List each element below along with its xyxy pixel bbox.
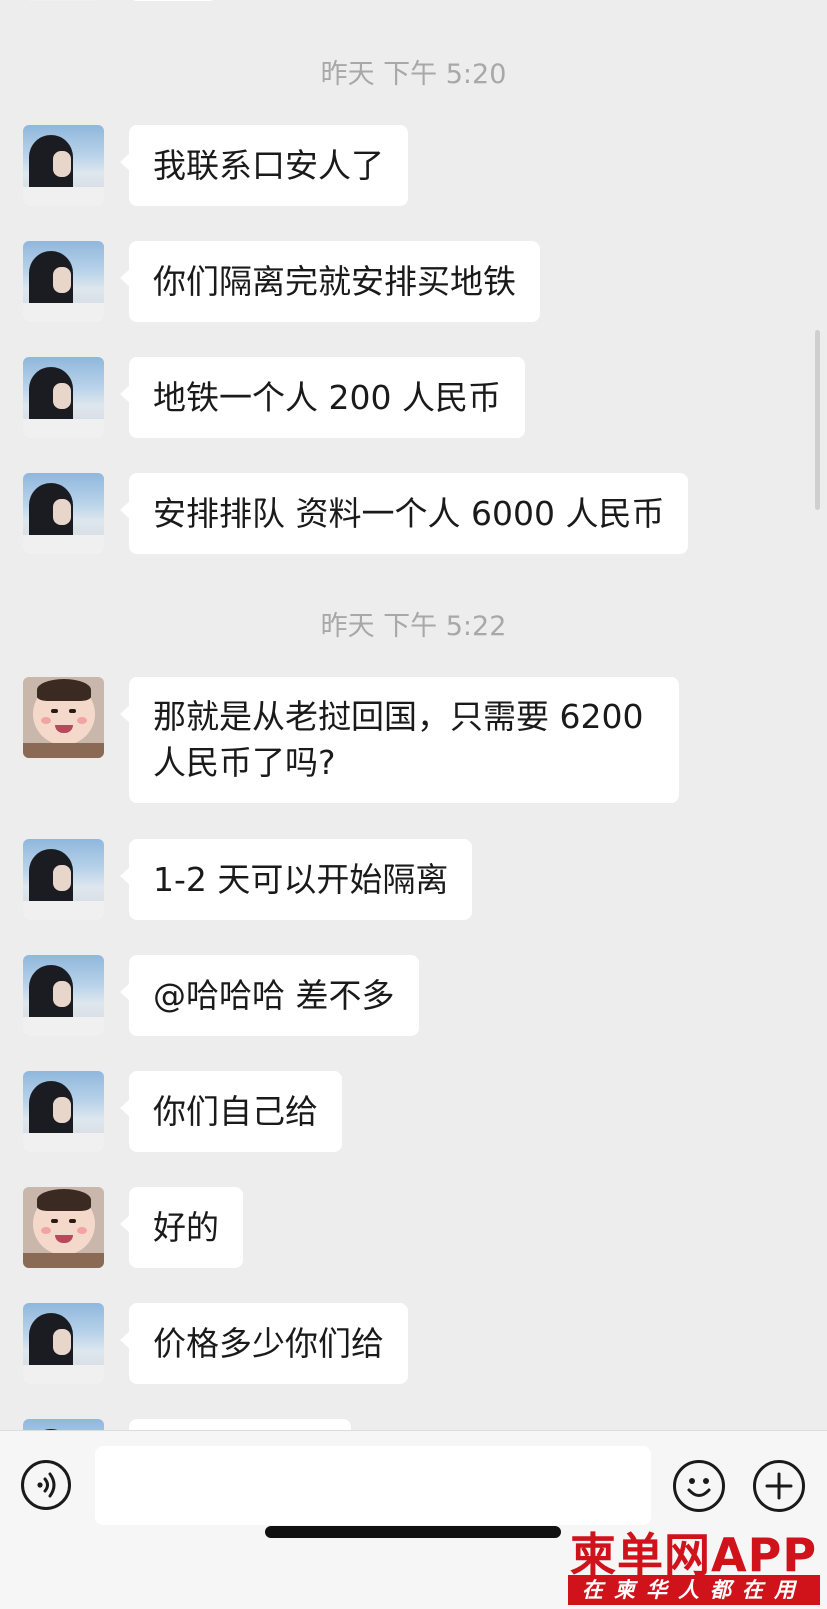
watermark-sub-text: 在柬华人都在用 [568, 1575, 820, 1605]
voice-icon [37, 1472, 56, 1498]
message-bubble[interactable]: 那就是从老挝回国，只需要 6200 人民币了吗? [120, 677, 679, 803]
timestamp: 昨天 下午 5:22 [320, 611, 507, 642]
message-bubble[interactable] [129, 0, 217, 1]
plus-button[interactable] [753, 1460, 805, 1512]
message-bubble[interactable]: 安排排队 资料一个人 6000 人民币 [119, 473, 689, 554]
emoji-button[interactable] [673, 1460, 725, 1512]
avatar[interactable] [23, 1187, 104, 1268]
chat-area[interactable]: 昨天 下午 5:20 我联系口安人了 你们隔离完就安排买地铁 地铁一个人 200… [0, 0, 827, 1430]
avatar[interactable] [23, 1303, 104, 1384]
message-bubble[interactable]: 你们自己给 [120, 1071, 342, 1152]
message-line: 人民币了吗? [153, 743, 336, 782]
message-bubble[interactable]: 我联系口安人了 [120, 125, 408, 206]
message-bubble[interactable] [129, 1419, 351, 1430]
timestamp: 昨天 下午 5:20 [320, 59, 507, 90]
message-bubble[interactable]: 地铁一个人 200 人民币 [120, 357, 525, 438]
message-bubble[interactable]: 好的 [120, 1187, 243, 1268]
avatar[interactable] [23, 357, 104, 438]
message-line: 那就是从老挝回国，只需要 6200 [153, 697, 644, 736]
home-indicator [265, 1526, 561, 1538]
avatar[interactable] [23, 0, 104, 1]
message-bubble[interactable]: 1-2 天可以开始隔离 [119, 839, 473, 920]
avatar[interactable] [23, 241, 104, 322]
watermark-logo: 柬单网APP 在柬华人都在用 [568, 1519, 827, 1609]
message-bubble[interactable]: 价格多少你们给 [120, 1303, 408, 1384]
avatar[interactable] [23, 1071, 104, 1152]
scrollbar[interactable] [815, 330, 820, 510]
plus-icon [765, 1472, 793, 1500]
avatar[interactable] [23, 125, 104, 206]
avatar[interactable] [23, 473, 104, 554]
avatar[interactable] [23, 839, 104, 920]
message-input[interactable] [95, 1446, 651, 1525]
message-bubble[interactable]: 你们隔离完就安排买地铁 [120, 241, 540, 322]
avatar[interactable] [23, 955, 104, 1036]
emoji-icon [687, 1478, 711, 1497]
voice-button[interactable] [21, 1460, 71, 1510]
avatar[interactable] [23, 1419, 104, 1430]
message-bubble[interactable]: @哈哈哈 差不多 [120, 955, 419, 1036]
avatar[interactable] [23, 677, 104, 758]
